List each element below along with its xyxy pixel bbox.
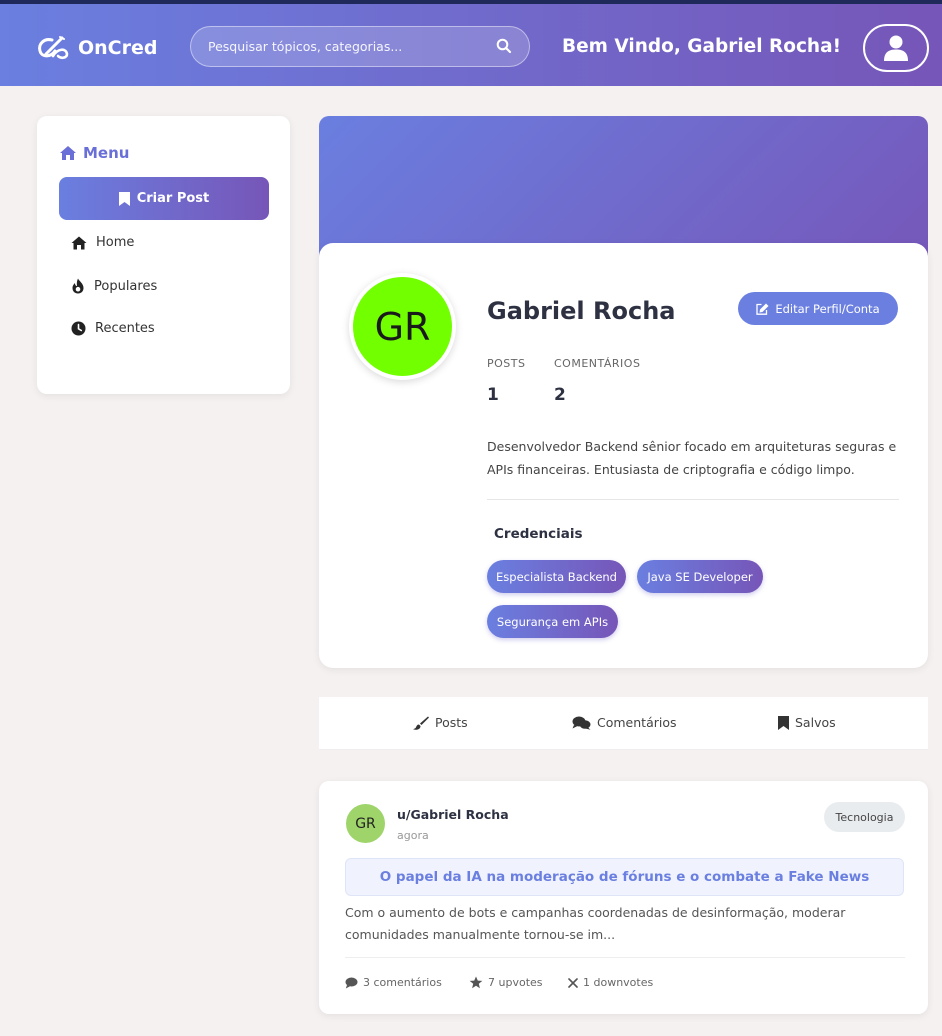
profile-avatar: GR	[349, 273, 456, 380]
user-icon	[884, 35, 908, 61]
sidebar-item-label: Recentes	[95, 321, 155, 336]
menu-title-label: Menu	[83, 144, 130, 162]
bookmark-icon	[118, 191, 130, 206]
oncred-logo-icon	[38, 36, 69, 60]
post-timestamp: agora	[397, 829, 429, 842]
logo[interactable]: OnCred	[36, 34, 157, 62]
comment-icon	[345, 977, 358, 988]
search-input[interactable]	[191, 27, 481, 66]
comments-icon	[572, 716, 591, 730]
profile-divider	[487, 499, 899, 500]
x-icon	[568, 977, 578, 988]
sidebar-item-label: Home	[96, 235, 135, 250]
home-icon	[60, 146, 76, 160]
sidebar-item-home[interactable]: Home	[71, 235, 134, 250]
edit-profile-label: Editar Perfil/Conta	[775, 301, 880, 316]
post-downvotes[interactable]: 1 downvotes	[568, 976, 653, 989]
stat-comments-value: 2	[554, 385, 566, 405]
post-category-tag[interactable]: Tecnologia	[824, 802, 905, 832]
post-downvotes-label: 1 downvotes	[583, 976, 654, 989]
post-divider	[345, 957, 905, 958]
post-card[interactable]: GR u/Gabriel Rocha agora Tecnologia O pa…	[319, 781, 928, 1014]
post-upvotes-label: 7 upvotes	[488, 976, 543, 989]
menu-title: Menu	[59, 144, 129, 162]
stat-comments-label: COMENTÁRIOS	[554, 357, 641, 370]
tab-posts[interactable]: Posts	[413, 715, 468, 730]
tab-posts-label: Posts	[435, 715, 468, 730]
tab-comments[interactable]: Comentários	[572, 715, 677, 730]
sidebar-item-recentes[interactable]: Recentes	[71, 321, 155, 336]
brush-icon	[413, 716, 429, 730]
post-excerpt: Com o aumento de bots e campanhas coorde…	[345, 905, 846, 942]
create-post-label: Criar Post	[136, 191, 210, 206]
tab-saved[interactable]: Salvos	[778, 715, 836, 730]
welcome-message: Bem Vindo, Gabriel Rocha!	[562, 36, 842, 57]
app-header: OnCred Bem Vindo, Gabriel Rocha!	[0, 4, 942, 86]
logo-text: OnCred	[78, 37, 158, 59]
post-comments-label: 3 comentários	[363, 976, 442, 989]
profile-bio: Desenvolvedor Backend sênior focado em a…	[487, 439, 897, 477]
sidebar-item-populares[interactable]: Populares	[71, 278, 157, 294]
star-icon	[469, 976, 483, 989]
tab-saved-label: Salvos	[795, 715, 836, 730]
post-comments-count[interactable]: 3 comentários	[345, 976, 442, 989]
stat-posts-label: POSTS	[487, 357, 526, 370]
sidebar-menu: Menu Criar Post Home Populares Recentes	[37, 116, 290, 394]
credential-badge: Especialista Backend	[487, 560, 626, 593]
tab-comments-label: Comentários	[597, 715, 677, 730]
search-icon[interactable]	[496, 38, 512, 54]
credential-badge: Java SE Developer	[637, 560, 763, 593]
user-profile-button[interactable]	[863, 24, 929, 72]
post-upvotes[interactable]: 7 upvotes	[469, 976, 543, 989]
clock-icon	[71, 321, 86, 336]
post-title[interactable]: O papel da IA na moderação de fóruns e o…	[345, 858, 904, 896]
post-author[interactable]: u/Gabriel Rocha	[397, 807, 509, 822]
post-author-avatar: GR	[346, 804, 385, 843]
search-bar	[190, 26, 530, 67]
profile-card: GR Gabriel Rocha Editar Perfil/Conta POS…	[319, 243, 928, 668]
bookmark-icon	[778, 715, 789, 730]
credential-badge: Segurança em APIs	[487, 605, 618, 638]
home-icon	[71, 236, 87, 249]
edit-profile-button[interactable]: Editar Perfil/Conta	[738, 292, 898, 325]
create-post-button[interactable]: Criar Post	[59, 177, 269, 220]
fire-icon	[72, 278, 84, 294]
profile-tabs: Posts Comentários Salvos	[319, 697, 928, 750]
stat-posts-value: 1	[487, 385, 499, 405]
credentials-title: Credenciais	[494, 526, 583, 542]
profile-name: Gabriel Rocha	[487, 297, 676, 325]
edit-icon	[756, 303, 769, 315]
sidebar-item-label: Populares	[94, 278, 158, 294]
